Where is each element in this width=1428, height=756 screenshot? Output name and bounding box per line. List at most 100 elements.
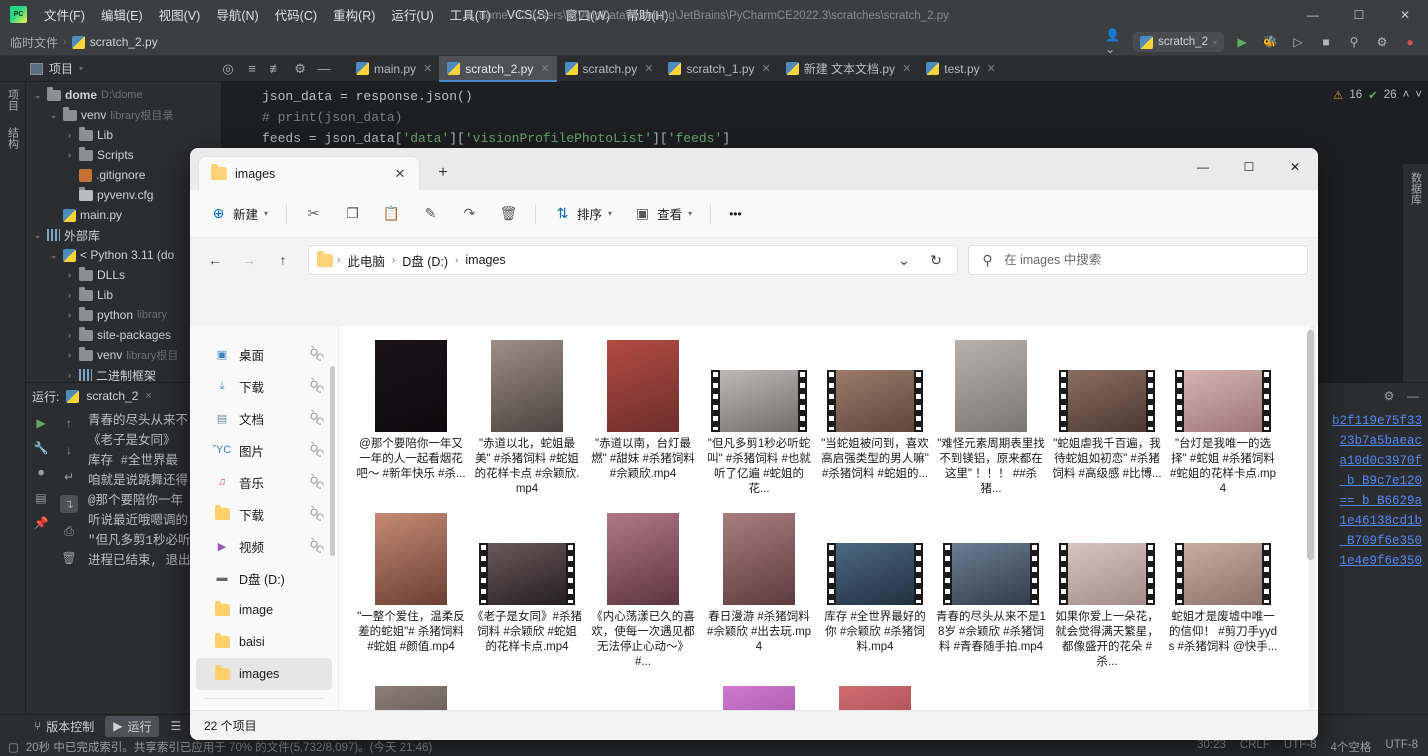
- cut-button[interactable]: ✂: [295, 198, 332, 230]
- file-item[interactable]: [933, 678, 1049, 710]
- sidebar-item-2[interactable]: ▤ 文档 ὌC: [196, 402, 332, 434]
- chevron-down-icon[interactable]: ⌄: [32, 90, 43, 101]
- file-item[interactable]: [701, 678, 817, 710]
- chevron-down-icon[interactable]: ⌄: [889, 245, 919, 275]
- new-tab-button[interactable]: +: [428, 158, 458, 188]
- close-icon[interactable]: ✕: [423, 62, 432, 75]
- close-icon[interactable]: ✕: [762, 62, 771, 75]
- share-button[interactable]: ↷: [451, 198, 488, 230]
- chevron-right-icon[interactable]: ›: [64, 330, 75, 340]
- console-link[interactable]: 23b7a5baeac: [1339, 431, 1422, 451]
- pin-icon[interactable]: 📌: [32, 514, 50, 532]
- project-encoding[interactable]: UTF-8: [1385, 739, 1418, 755]
- file-item[interactable]: 《内心荡漾已久的喜欢，使每一次遇见都无法停止心动～》 #...: [585, 505, 701, 678]
- file-grid[interactable]: @那个要陪你一年又一年的人一起看烟花吧～ #新年快乐 #杀... "赤道以北，蛇姐…: [339, 326, 1318, 710]
- sort-button[interactable]: ⇅ 排序 ▾: [544, 198, 622, 230]
- paste-button[interactable]: 📋: [373, 198, 410, 230]
- print-console-icon[interactable]: ⎙: [60, 522, 78, 540]
- pin-icon[interactable]: ὌC: [305, 344, 325, 363]
- notifications-icon[interactable]: ●: [1400, 32, 1420, 52]
- more-options-button[interactable]: •••: [719, 198, 752, 230]
- menu-edit[interactable]: 编辑(E): [93, 1, 151, 28]
- code-line[interactable]: 22# print(json_data): [222, 107, 1428, 128]
- run-config-name[interactable]: scratch_2: [86, 389, 138, 403]
- file-item[interactable]: 蛇姐才是废墟中唯一的信仰！ #剪刀手yyds #杀猪饲料 @快手...: [1165, 505, 1281, 678]
- rerun-icon[interactable]: ▶: [32, 414, 50, 432]
- user-icon[interactable]: 👤⌄: [1105, 28, 1125, 56]
- close-icon[interactable]: ×: [145, 390, 151, 402]
- console-link[interactable]: b2f119e75f33: [1332, 411, 1422, 431]
- copy-button[interactable]: ❐: [334, 198, 371, 230]
- file-item[interactable]: "一整个爱住，温柔反差的蛇姐"# 杀猪饲料 #蛇姐 #颜值.mp4: [353, 505, 469, 678]
- file-item[interactable]: [469, 678, 585, 710]
- sidebar-item-4[interactable]: ♫ 音乐 ὌC: [196, 466, 332, 498]
- services-button[interactable]: ☰: [162, 717, 189, 735]
- down-icon[interactable]: ↓: [60, 441, 78, 459]
- close-icon[interactable]: ✕: [389, 163, 411, 185]
- file-item[interactable]: [353, 678, 469, 710]
- file-encoding[interactable]: UTF-8: [1284, 739, 1317, 755]
- address-bar[interactable]: › 此电脑 › D盘 (D:) › images ⌄ ↻: [308, 245, 958, 275]
- file-item[interactable]: "台灯是我唯一的选择" #蛇姐 #杀猪饲料 #蛇姐的花样卡点.mp4: [1165, 332, 1281, 505]
- settings-icon[interactable]: ⚙: [1372, 32, 1392, 52]
- close-icon[interactable]: ✕: [540, 62, 549, 75]
- expand-all-icon[interactable]: ≡: [242, 59, 262, 79]
- pin-icon[interactable]: ὌC: [305, 376, 325, 395]
- file-item[interactable]: 青春的尽头从来不是18岁 #佘颖欣 #杀猪饲料 #青春随手拍.mp4: [933, 505, 1049, 678]
- breadcrumb-file[interactable]: scratch_2.py: [90, 35, 158, 49]
- line-separator[interactable]: CRLF: [1240, 739, 1270, 755]
- delete-button[interactable]: 🗑: [490, 198, 527, 230]
- run-config-selector[interactable]: scratch_2 ▾: [1133, 32, 1224, 52]
- file-item[interactable]: [817, 678, 933, 710]
- search-icon[interactable]: ⚲: [1344, 32, 1364, 52]
- inspection-widget[interactable]: ⚠ 16 ✔ 26 ˄ ˅: [1333, 88, 1422, 102]
- file-item[interactable]: 《老子是女同》#杀猪饲料 #佘颖欣 #蛇姐的花样卡点.mp4: [469, 505, 585, 678]
- project-tool-button[interactable]: 项目 ▾: [0, 60, 93, 77]
- indent-setting[interactable]: 4个空格: [1331, 739, 1372, 755]
- stop-icon[interactable]: ⚫: [32, 464, 50, 482]
- breadcrumb-this-pc[interactable]: 此电脑: [344, 249, 388, 272]
- minimize-icon[interactable]: —: [1404, 387, 1422, 405]
- pin-icon[interactable]: ὌC: [305, 504, 325, 523]
- chevron-right-icon[interactable]: ›: [64, 370, 75, 380]
- chevron-right-icon[interactable]: ›: [64, 150, 75, 160]
- close-button[interactable]: ✕: [1272, 148, 1318, 186]
- tree-node[interactable]: › Lib: [26, 125, 221, 145]
- back-icon[interactable]: ←: [200, 245, 230, 275]
- search-box[interactable]: ⚲: [968, 245, 1308, 275]
- version-control-button[interactable]: ⑂ 版本控制: [26, 716, 102, 737]
- rename-button[interactable]: ✎: [412, 198, 449, 230]
- refresh-icon[interactable]: ↻: [921, 245, 951, 275]
- menu-run[interactable]: 运行(U): [383, 1, 441, 28]
- rail-structure-label[interactable]: 结构: [5, 125, 21, 151]
- menu-code[interactable]: 代码(C): [267, 1, 325, 28]
- file-item[interactable]: "当蛇姐被问到，喜欢高启强类型的男人嘛" #杀猪饲料 #蛇姐的...: [817, 332, 933, 505]
- sidebar-item-5[interactable]: 下载 ὌC: [196, 498, 332, 530]
- tab-main-py[interactable]: main.py ✕: [348, 56, 439, 82]
- tab-scratch-1-py[interactable]: scratch_1.py ✕: [660, 56, 777, 82]
- stop-button[interactable]: ■: [1316, 32, 1336, 52]
- file-item[interactable]: 春日漫游 #杀猪饲料 #佘颖欣 #出去玩.mp4: [701, 505, 817, 678]
- menu-tools[interactable]: 工具(T): [442, 1, 499, 28]
- tree-settings-icon[interactable]: ⚙: [290, 59, 310, 79]
- debug-button[interactable]: 🐝: [1260, 32, 1280, 52]
- menu-help[interactable]: 帮助(H): [618, 1, 676, 28]
- sidebar-item-0[interactable]: ▣ 桌面 ὌC: [196, 338, 332, 370]
- up-icon[interactable]: ↑: [268, 245, 298, 275]
- code-line[interactable]: 21json_data = response.json(): [222, 86, 1428, 107]
- pin-icon[interactable]: ὌC: [305, 440, 325, 459]
- rail-database-label[interactable]: 数据库: [1408, 170, 1424, 207]
- file-item[interactable]: 库存 #全世界最好的你 #佘颖欣 #杀猪饲料.mp4: [817, 505, 933, 678]
- chevron-right-icon[interactable]: ›: [64, 310, 75, 320]
- chevron-right-icon[interactable]: ›: [64, 130, 75, 140]
- close-button[interactable]: ✕: [1382, 0, 1428, 29]
- scroll-to-end-icon[interactable]: ↴: [60, 495, 78, 513]
- pin-icon[interactable]: ὌC: [305, 408, 325, 427]
- print-icon[interactable]: ▤: [32, 489, 50, 507]
- new-button[interactable]: ⊕ 新建 ▾: [200, 198, 278, 230]
- chevron-down-icon[interactable]: ⌄: [48, 250, 59, 261]
- pin-icon[interactable]: ὌC: [305, 472, 325, 491]
- file-item[interactable]: "但凡多剪1秒必听蛇叫" #杀猪饲料 #也就听了亿遍 #蛇姐的花...: [701, 332, 817, 505]
- tree-node[interactable]: ⌄ dome D:\dome: [26, 85, 221, 105]
- file-item[interactable]: "赤道以北，蛇姐最美" #杀猪饲料 #蛇姐的花样卡点 #佘颖欣.mp4: [469, 332, 585, 505]
